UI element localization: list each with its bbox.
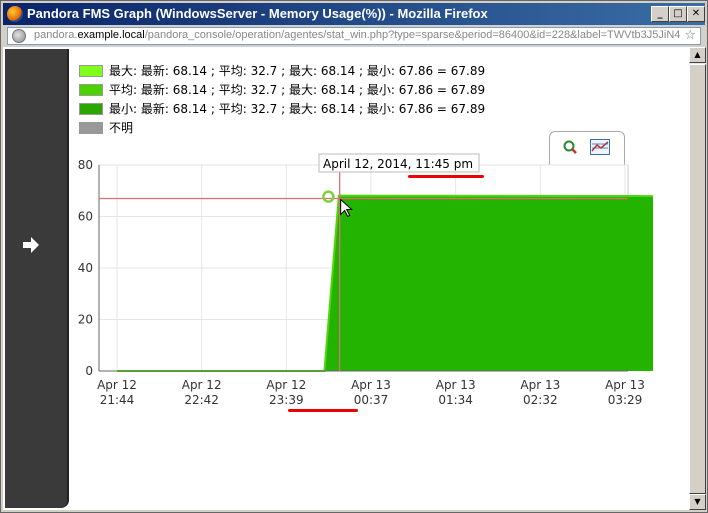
x-tick-time: 01:34 — [438, 393, 473, 407]
y-tick-label: 60 — [78, 210, 93, 224]
url-field[interactable]: pandora.example.local/pandora_console/op… — [7, 27, 701, 45]
vertical-scrollbar[interactable]: ▲ ▼ — [689, 47, 706, 510]
right-arrow-icon[interactable] — [21, 235, 41, 255]
legend-item-avg: 平均: 最新: 68.14 ; 平均: 32.7 ; 最大: 68.14 ; 最… — [79, 81, 485, 100]
x-tick-date: Apr 13 — [520, 378, 560, 392]
x-tick-time: 23:39 — [269, 393, 304, 407]
window-title: Pandora FMS Graph (WindowsServer - Memor… — [27, 6, 488, 21]
x-tick-date: Apr 12 — [182, 378, 222, 392]
chart-tooltip: April 12, 2014, 11:45 pm — [318, 153, 480, 173]
legend-swatch — [79, 84, 103, 96]
legend-swatch — [79, 103, 103, 115]
legend-swatch — [79, 65, 103, 77]
scroll-up-button[interactable]: ▲ — [689, 47, 706, 63]
browser-window: Pandora FMS Graph (WindowsServer - Memor… — [0, 0, 708, 513]
x-tick-time: 02:32 — [523, 393, 558, 407]
tick-annotation-underline — [288, 409, 358, 412]
chart-tooltip-text: April 12, 2014, 11:45 pm — [323, 157, 473, 171]
maximize-button[interactable]: □ — [669, 6, 687, 22]
y-tick-label: 40 — [78, 261, 93, 275]
y-tick-label: 80 — [78, 158, 93, 172]
side-menu-panel[interactable] — [5, 49, 69, 508]
graph-legend: 最大: 最新: 68.14 ; 平均: 32.7 ; 最大: 68.14 ; 最… — [79, 62, 485, 138]
graph-page: 最大: 最新: 68.14 ; 平均: 32.7 ; 最大: 68.14 ; 最… — [3, 47, 689, 510]
site-identity-icon[interactable] — [12, 29, 26, 43]
close-button[interactable]: ✕ — [687, 6, 705, 22]
legend-item-unknown: 不明 — [79, 119, 485, 138]
x-tick-date: Apr 12 — [97, 378, 137, 392]
minimize-button[interactable]: _ — [651, 6, 669, 22]
y-axis-ticks: 0 20 40 60 80 — [78, 158, 93, 378]
scroll-thumb[interactable] — [689, 64, 706, 494]
title-bar: Pandora FMS Graph (WindowsServer - Memor… — [3, 3, 705, 25]
y-tick-label: 0 — [85, 364, 93, 378]
legend-item-min: 最小: 最新: 68.14 ; 平均: 32.7 ; 最大: 68.14 ; 最… — [79, 100, 485, 119]
x-tick-date: Apr 13 — [351, 378, 391, 392]
firefox-icon — [7, 6, 23, 22]
x-tick-time: 00:37 — [354, 393, 389, 407]
x-tick-time: 22:42 — [184, 393, 219, 407]
time-annotation-underline — [408, 175, 484, 178]
y-tick-label: 20 — [78, 313, 93, 327]
address-bar: pandora.example.local/pandora_console/op… — [3, 25, 705, 47]
legend-item-max: 最大: 最新: 68.14 ; 平均: 32.7 ; 最大: 68.14 ; 最… — [79, 62, 485, 81]
x-tick-date: Apr 12 — [266, 378, 306, 392]
x-tick-date: Apr 13 — [436, 378, 476, 392]
x-tick-time: 21:44 — [100, 393, 135, 407]
x-tick-date: Apr 13 — [605, 378, 645, 392]
url-text[interactable]: pandora.example.local/pandora_console/op… — [34, 29, 684, 41]
x-tick-time: 03:29 — [608, 393, 643, 407]
scroll-down-button[interactable]: ▼ — [689, 494, 706, 510]
x-axis-ticks: Apr 1221:44Apr 1222:42Apr 1223:39Apr 130… — [97, 378, 645, 407]
legend-swatch — [79, 122, 103, 134]
bookmark-star-icon[interactable]: ☆ — [684, 28, 696, 43]
memory-usage-chart[interactable]: 020406080 Apr 1221:44Apr 1222:42Apr 1223… — [63, 151, 653, 411]
